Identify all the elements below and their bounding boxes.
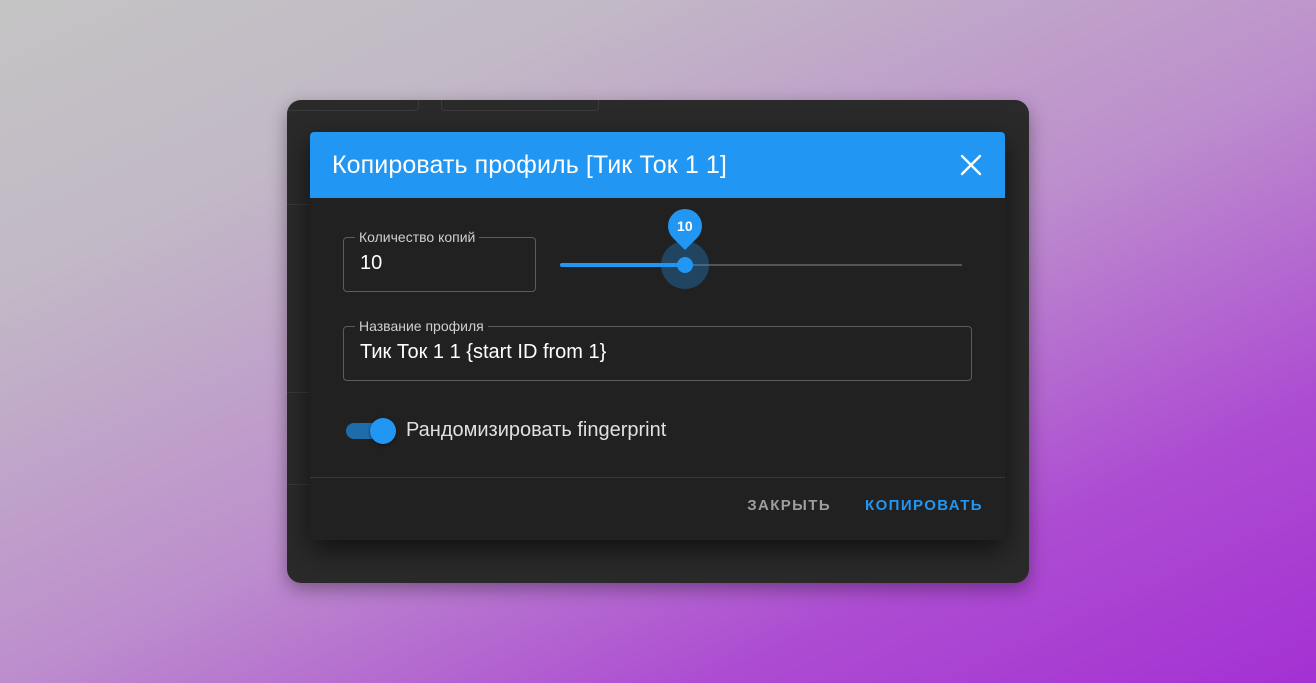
copy-button[interactable]: КОПИРОВАТЬ [865, 497, 983, 514]
copies-slider[interactable]: 10 [560, 201, 962, 290]
background-field [287, 100, 419, 111]
dialog-header: Копировать профиль [Тик Ток 1 1] [310, 132, 1005, 198]
dialog-title: Копировать профиль [Тик Ток 1 1] [332, 150, 727, 179]
copies-count-label: Количество копий [355, 229, 480, 245]
toggle-knob [370, 418, 396, 444]
copy-profile-dialog: Копировать профиль [Тик Ток 1 1] Количес… [310, 132, 1005, 540]
toggle-switch[interactable] [346, 416, 396, 444]
close-dialog-button[interactable]: ЗАКРЫТЬ [747, 497, 831, 514]
randomize-fingerprint-toggle[interactable]: Рандомизировать fingerprint [346, 416, 666, 444]
dialog-body: Количество копий 10 10 Название профиля … [310, 198, 1005, 478]
randomize-fingerprint-label: Рандомизировать fingerprint [406, 418, 667, 441]
close-icon [960, 154, 982, 176]
slider-value-label: 10 [677, 218, 693, 235]
copies-count-input[interactable]: 10 [360, 252, 382, 275]
close-button[interactable] [959, 153, 983, 177]
actions-divider [310, 477, 1005, 478]
dialog-actions: ЗАКРЫТЬ КОПИРОВАТЬ [747, 497, 983, 514]
profile-name-label: Название профиля [355, 318, 488, 334]
slider-thumb[interactable] [677, 257, 693, 273]
copies-count-field[interactable]: Количество копий 10 [343, 229, 536, 292]
background-field [441, 100, 599, 111]
profile-name-field[interactable]: Название профиля Тик Ток 1 1 {start ID f… [343, 318, 972, 381]
slider-value-bubble: 10 [660, 201, 710, 251]
profile-name-input[interactable]: Тик Ток 1 1 {start ID from 1} [360, 341, 606, 364]
